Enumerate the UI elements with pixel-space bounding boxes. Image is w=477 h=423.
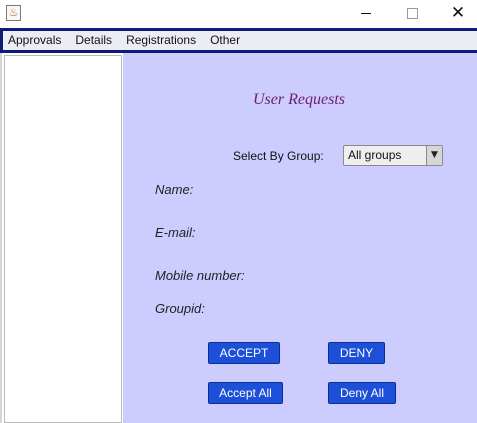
menubar: Approvals Details Registrations Other: [3, 31, 249, 49]
chevron-down-icon[interactable]: ▼: [426, 146, 442, 165]
menu-other[interactable]: Other: [205, 31, 249, 49]
group-select-value: All groups: [348, 148, 402, 162]
menu-details[interactable]: Details: [70, 31, 121, 49]
groupid-label: Groupid:: [155, 301, 205, 316]
accept-button[interactable]: ACCEPT: [208, 342, 280, 364]
close-button[interactable]: ✕: [435, 0, 477, 28]
menu-approvals[interactable]: Approvals: [3, 31, 70, 49]
accept-all-button[interactable]: Accept All: [208, 382, 283, 404]
menu-registrations[interactable]: Registrations: [121, 31, 205, 49]
window-left-edge: [0, 53, 2, 423]
group-filter-label: Select By Group:: [233, 149, 324, 163]
email-label: E-mail:: [155, 225, 196, 240]
name-label: Name:: [155, 182, 194, 197]
java-icon: ♨: [6, 5, 21, 21]
mobile-number-label: Mobile number:: [155, 268, 245, 283]
title-bar: ♨ ✕: [0, 0, 477, 28]
request-list-panel[interactable]: [4, 55, 122, 423]
deny-all-button[interactable]: Deny All: [328, 382, 396, 404]
maximize-button[interactable]: [389, 0, 435, 28]
user-requests-panel: User Requests Select By Group: All group…: [123, 53, 477, 423]
minimize-icon: [361, 13, 371, 14]
deny-button[interactable]: DENY: [328, 342, 385, 364]
close-icon: ✕: [450, 3, 466, 23]
page-title: User Requests: [253, 91, 345, 108]
minimize-button[interactable]: [343, 0, 389, 28]
maximize-icon: [406, 8, 418, 19]
group-select[interactable]: All groups ▼: [343, 145, 443, 166]
